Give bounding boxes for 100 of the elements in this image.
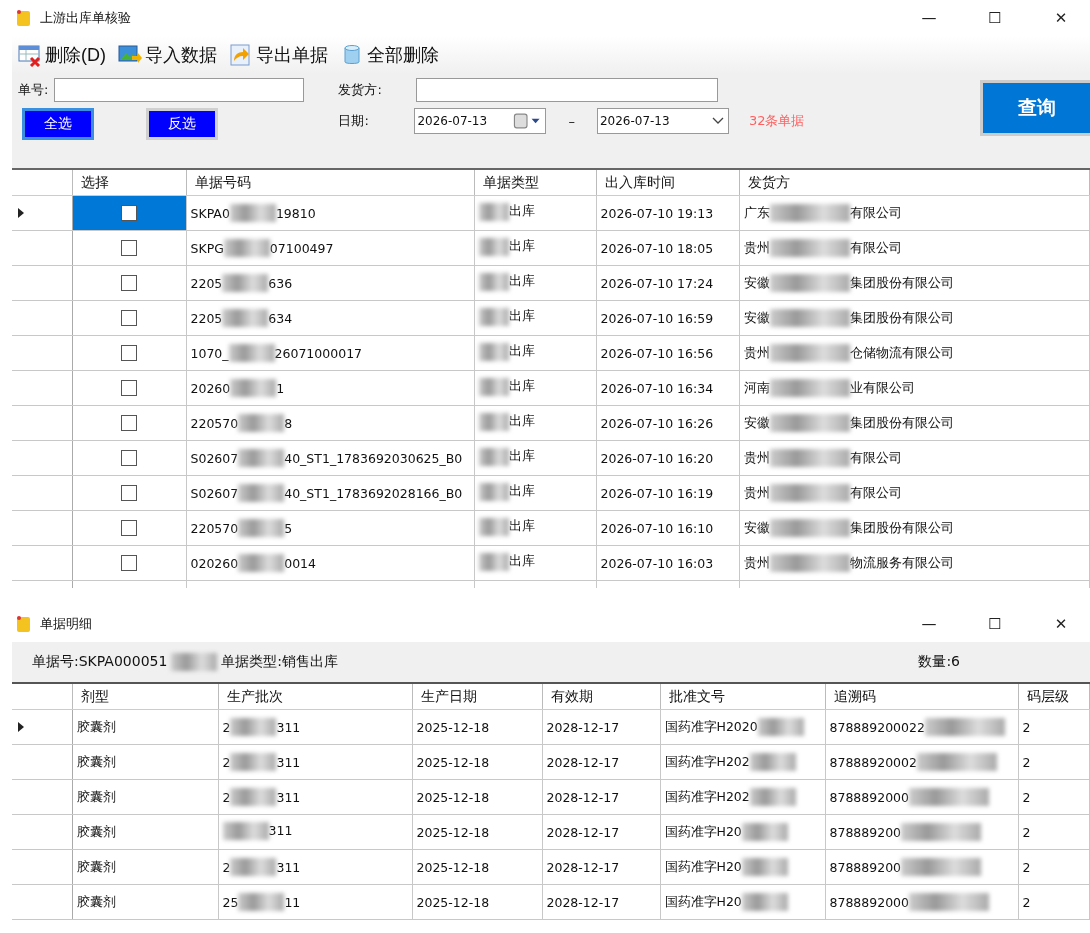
table-cell: 集团股份有限公司 <box>849 274 954 292</box>
table-cell: 2028-12-17 <box>546 789 620 805</box>
query-button[interactable]: 查询 <box>980 80 1090 136</box>
column-header[interactable]: 单据号码 <box>186 170 474 196</box>
checkbox[interactable] <box>121 205 137 222</box>
table-cell: 出库 <box>508 413 535 430</box>
close-button[interactable]: ✕ <box>1032 609 1090 639</box>
blurred-text <box>238 449 285 467</box>
row-header[interactable] <box>12 265 72 301</box>
toolbar-button[interactable]: 导出单据 <box>229 43 328 67</box>
invert-selection-button[interactable]: 反选 <box>146 108 218 140</box>
row-header[interactable] <box>12 884 72 920</box>
blurred-text <box>238 554 285 572</box>
table-cell: 安徽 <box>743 414 770 432</box>
toolbar-button[interactable]: 删除(D) <box>18 43 106 67</box>
table-cell: 220570 <box>190 415 239 431</box>
minimize-button[interactable]: — <box>900 609 958 639</box>
maximize-button[interactable]: ☐ <box>966 609 1024 639</box>
table-cell: 胶囊剂 <box>76 893 116 909</box>
quantity-label: 数量:6 <box>918 653 960 671</box>
toolbar-button[interactable]: 全部删除 <box>340 43 439 67</box>
blurred-text <box>238 484 285 502</box>
table-cell: 贵州 <box>743 344 770 362</box>
blurred-text <box>230 858 277 876</box>
row-header[interactable] <box>12 440 72 476</box>
checkbox[interactable] <box>121 380 137 397</box>
blurred-text <box>238 519 285 537</box>
select-all-button[interactable]: 全选 <box>22 108 94 140</box>
table-cell: 634 <box>268 310 293 326</box>
row-header[interactable] <box>12 475 72 511</box>
row-header[interactable] <box>12 300 72 336</box>
current-row-icon <box>18 207 24 218</box>
table-cell: 2028-12-17 <box>546 859 620 875</box>
table-cell: 安徽 <box>743 519 770 537</box>
row-header[interactable] <box>12 370 72 406</box>
checkbox[interactable] <box>121 275 137 292</box>
blurred-text <box>230 788 277 806</box>
shipper-field[interactable] <box>416 78 719 102</box>
date-field[interactable]: 2026-07-13 <box>414 108 547 134</box>
minimize-button[interactable]: — <box>900 3 958 33</box>
checkbox[interactable] <box>121 240 137 257</box>
column-header[interactable]: 生产批次 <box>218 684 412 710</box>
blurred-text <box>478 517 509 536</box>
table-cell: 878889200 <box>829 859 902 875</box>
checkbox[interactable] <box>121 345 137 362</box>
row-header[interactable] <box>12 709 72 745</box>
checkbox[interactable] <box>121 485 137 502</box>
table-cell: 636 <box>268 275 293 291</box>
date-field[interactable]: 2026-07-13 <box>596 108 729 134</box>
row-header[interactable] <box>12 405 72 441</box>
row-header[interactable] <box>12 849 72 885</box>
table-cell: 2 <box>1022 719 1031 735</box>
table-cell: 广东 <box>743 204 770 222</box>
row-header[interactable] <box>12 195 72 231</box>
table-cell: 2028-12-17 <box>546 719 620 735</box>
column-header[interactable]: 追溯码 <box>825 684 1018 710</box>
blurred-text <box>478 342 509 361</box>
table-cell: 0014 <box>284 555 317 571</box>
maximize-button[interactable]: ☐ <box>966 3 1024 33</box>
checkbox[interactable] <box>121 555 137 572</box>
column-header[interactable]: 生产日期 <box>412 684 542 710</box>
column-header[interactable]: 剂型 <box>72 684 218 710</box>
table-cell: 出库 <box>508 203 535 220</box>
table-cell: 国药准字H20 <box>664 858 742 876</box>
row-header[interactable] <box>12 510 72 546</box>
table-cell: 1 <box>276 380 285 396</box>
row-header[interactable] <box>12 545 72 581</box>
column-header[interactable]: 码层级 <box>1018 684 1090 710</box>
checkbox[interactable] <box>121 520 137 537</box>
row-header[interactable] <box>12 814 72 850</box>
checkbox[interactable] <box>121 415 137 432</box>
table-cell: 2 <box>222 859 231 875</box>
checkbox[interactable] <box>121 450 137 467</box>
blurred-text <box>222 274 269 292</box>
blurred-text <box>741 858 788 876</box>
row-header[interactable] <box>12 335 72 371</box>
blurred-text <box>478 377 509 396</box>
table-cell: 集团股份有限公司 <box>849 519 954 537</box>
table-cell: 2 <box>222 754 231 770</box>
column-header[interactable]: 有效期 <box>542 684 660 710</box>
table-cell: 出库 <box>508 343 535 360</box>
table-cell: 胶囊剂 <box>76 753 116 769</box>
row-header[interactable] <box>12 744 72 780</box>
column-header[interactable]: 发货方 <box>739 170 1090 196</box>
toolbar-button[interactable]: 导入数据 <box>118 43 217 67</box>
checkbox[interactable] <box>121 310 137 327</box>
table-cell: 19810 <box>275 205 316 221</box>
column-header[interactable]: 选择 <box>72 170 186 196</box>
table-cell: 2026-07-10 16:26 <box>600 415 714 431</box>
row-header[interactable] <box>12 779 72 815</box>
current-row-icon <box>18 721 24 732</box>
number-field[interactable] <box>54 78 305 102</box>
column-header[interactable]: 批准文号 <box>660 684 825 710</box>
table-cell: 11 <box>284 894 301 910</box>
column-header[interactable]: 出入库时间 <box>596 170 739 196</box>
table-cell: 国药准字H20 <box>664 823 742 841</box>
column-header[interactable]: 单据类型 <box>474 170 596 196</box>
row-header[interactable] <box>12 230 72 266</box>
close-button[interactable]: ✕ <box>1032 3 1090 33</box>
table-cell: 311 <box>276 754 301 770</box>
